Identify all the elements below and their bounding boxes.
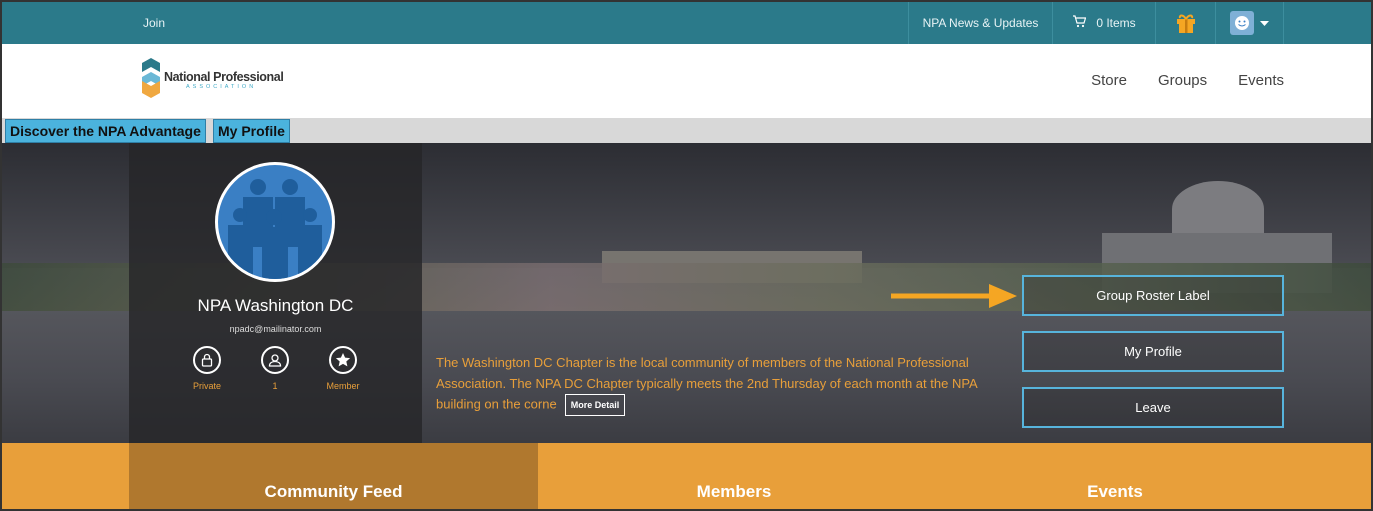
more-detail-button[interactable]: More Detail <box>564 394 626 416</box>
privacy-label: Private <box>192 381 221 391</box>
site-header: National Professional ASSOCIATION Store … <box>2 44 1371 118</box>
news-updates-link[interactable]: NPA News & Updates <box>908 2 1053 44</box>
leave-button[interactable]: Leave <box>1022 387 1284 428</box>
user-icon <box>261 346 289 374</box>
group-email: npadc@mailinator.com <box>229 324 322 334</box>
smiley-icon <box>1230 11 1254 35</box>
logo-name: National Professional <box>164 70 284 84</box>
group-roster-button[interactable]: Group Roster Label <box>1022 275 1284 316</box>
logo-subtitle: ASSOCIATION <box>186 84 257 90</box>
member-count-label: 1 <box>272 381 278 391</box>
member-count-stat: 1 <box>245 346 305 391</box>
tab-members[interactable]: Members <box>538 443 930 509</box>
chevron-down-icon <box>1260 16 1269 30</box>
group-tabs: Community Feed Members Events <box>2 443 1371 509</box>
privacy-stat: Private <box>177 346 237 391</box>
my-profile-tab-button[interactable]: My Profile <box>213 119 290 143</box>
cart-count-label: 0 Items <box>1096 16 1136 30</box>
cart-button[interactable]: 0 Items <box>1053 2 1156 44</box>
tab-events[interactable]: Events <box>930 443 1300 509</box>
tab-community-feed[interactable]: Community Feed <box>129 443 538 509</box>
discover-npa-button[interactable]: Discover the NPA Advantage <box>5 119 206 143</box>
nav-groups[interactable]: Groups <box>1158 72 1207 89</box>
membership-stat: Member <box>313 346 373 391</box>
group-name: NPA Washington DC <box>197 296 354 315</box>
group-profile-panel: NPA Washington DC npadc@mailinator.com P… <box>129 143 422 443</box>
main-nav: Store Groups Events <box>1091 72 1284 89</box>
my-profile-button[interactable]: My Profile <box>1022 331 1284 372</box>
lock-icon <box>193 346 221 374</box>
star-icon <box>329 346 357 374</box>
arrow-right-icon <box>891 283 1021 314</box>
join-link[interactable]: Join <box>143 16 165 30</box>
gift-icon <box>1174 10 1198 37</box>
user-menu[interactable] <box>1216 2 1284 44</box>
logo-mark-icon <box>142 58 160 103</box>
subnav-strip <box>2 118 1371 143</box>
page-frame: Join NPA News & Updates 0 Items National… <box>0 0 1373 511</box>
news-updates-label: NPA News & Updates <box>922 16 1039 30</box>
top-bar: Join NPA News & Updates 0 Items <box>2 2 1371 44</box>
membership-label: Member <box>326 381 360 391</box>
gift-button[interactable] <box>1156 2 1216 44</box>
nav-store[interactable]: Store <box>1091 72 1127 89</box>
nav-events[interactable]: Events <box>1238 72 1284 89</box>
group-description-text: The Washington DC Chapter is the local c… <box>436 355 977 412</box>
group-avatar <box>215 162 335 282</box>
group-description: The Washington DC Chapter is the local c… <box>436 353 996 416</box>
npa-logo[interactable]: National Professional ASSOCIATION <box>142 58 284 103</box>
cart-icon <box>1072 15 1087 31</box>
hero-dome <box>1172 181 1264 237</box>
